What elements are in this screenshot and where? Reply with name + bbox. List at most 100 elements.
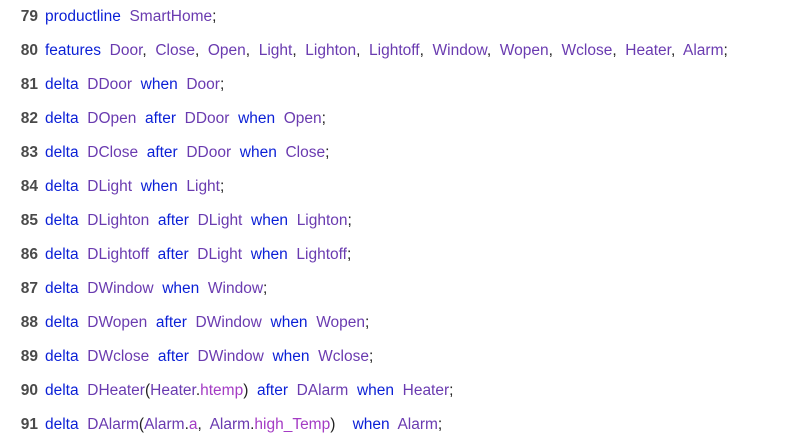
identifier-token: DDoor [87,76,133,93]
punctuation-token [189,348,198,365]
keyword-token: delta [45,178,79,195]
punctuation-token [154,280,163,297]
code-line[interactable]: 79 productline SmartHome; [0,4,217,30]
code-text[interactable]: delta DClose after DDoor when Close; [45,144,329,161]
keyword-token: when [140,76,178,93]
keyword-token: when [140,178,178,195]
keyword-token: features [45,42,102,59]
code-text[interactable]: delta DLightoff after DLight when Lighto… [45,246,351,263]
code-line[interactable]: 85 delta DLighton after DLight when Light… [0,208,352,234]
punctuation-token [79,212,88,229]
punctuation-token [176,110,185,127]
code-line[interactable]: 84 delta DLight when Light; [0,174,225,200]
punctuation-token: , [486,42,500,59]
keyword-token: delta [45,110,79,127]
code-line[interactable]: 88 delta DWopen after DWindow when Wopen; [0,310,370,336]
punctuation-token [275,110,284,127]
punctuation-token [231,144,240,161]
code-line[interactable]: 86 delta DLightoff after DLight when Ligh… [0,242,352,268]
code-line[interactable]: 80 features Door, Close, Open, Light, Lig… [0,38,728,64]
punctuation-token [79,110,88,127]
punctuation-token: , [197,416,210,433]
line-number: 83 [20,144,38,161]
code-text[interactable]: productline SmartHome; [45,8,216,25]
keyword-token: delta [45,280,79,297]
field-token: htemp [200,382,244,399]
code-line[interactable]: 91 delta DAlarm(Alarm.a, Alarm.high_Temp)… [0,412,442,438]
line-number: 80 [20,42,38,59]
code-text[interactable]: delta DWindow when Window; [45,280,267,297]
identifier-token: Open [283,110,322,127]
identifier-token: DAlarm [296,382,349,399]
identifier-token: DLight [197,246,243,263]
punctuation-token: , [194,42,208,59]
keyword-token: delta [45,416,79,433]
code-text[interactable]: features Door, Close, Open, Light, Light… [45,42,728,59]
punctuation-token: , [612,42,626,59]
line-number: 79 [20,8,38,25]
identifier-token: DLightoff [87,246,150,263]
code-text[interactable]: delta DAlarm(Alarm.a, Alarm.high_Temp) w… [45,416,442,433]
line-number: 89 [20,348,38,365]
code-text[interactable]: delta DWopen after DWindow when Wopen; [45,314,369,331]
identifier-token: DWindow [197,348,264,365]
punctuation-token: , [142,42,156,59]
punctuation-token [394,382,403,399]
keyword-token: when [356,382,394,399]
keyword-token: after [157,246,189,263]
identifier-token: DLight [87,178,133,195]
code-line[interactable]: 81 delta DDoor when Door; [0,72,225,98]
keyword-token: when [272,348,310,365]
code-text[interactable]: delta DHeater(Heater.htemp) after DAlarm… [45,382,453,399]
identifier-token: Alarm [683,42,724,59]
identifier-token: Wopen [499,42,549,59]
code-text[interactable]: delta DLight when Light; [45,178,224,195]
punctuation-token [310,348,319,365]
line-number: 81 [20,76,38,93]
keyword-token: after [157,348,189,365]
code-line[interactable]: 82 delta DOpen after DDoor when Open; [0,106,326,132]
code-line[interactable]: 90 delta DHeater(Heater.htemp) after DAla… [0,378,454,404]
identifier-token: Alarm [209,416,251,433]
code-text[interactable]: delta DWclose after DWindow when Wclose; [45,348,373,365]
line-number: 87 [20,280,38,297]
keyword-token: after [157,212,189,229]
identifier-token: DWopen [87,314,148,331]
punctuation-token: ; [219,76,225,93]
punctuation-token: ; [437,416,443,433]
identifier-token: Wopen [316,314,366,331]
code-text[interactable]: delta DOpen after DDoor when Open; [45,110,326,127]
code-text[interactable]: delta DLighton after DLight when Lighton… [45,212,352,229]
identifier-token: DDoor [186,144,232,161]
punctuation-token [79,144,88,161]
keyword-token: after [257,382,289,399]
code-text[interactable]: delta DDoor when Door; [45,76,224,93]
identifier-token: DClose [87,144,139,161]
punctuation-token [79,416,88,433]
punctuation-token: ; [346,246,352,263]
identifier-token: Heater [625,42,671,59]
identifier-token: DOpen [87,110,137,127]
code-line[interactable]: 89 delta DWclose after DWindow when Wclos… [0,344,374,370]
line-number: 88 [20,314,38,331]
keyword-token: delta [45,314,79,331]
keyword-token: delta [45,348,79,365]
keyword-token: delta [45,382,79,399]
line-number: 91 [20,416,38,433]
punctuation-token: ; [449,382,454,399]
identifier-token: Light [258,42,293,59]
punctuation-token [79,348,88,365]
code-line[interactable]: 87 delta DWindow when Window; [0,276,268,302]
punctuation-token: , [670,42,684,59]
code-line[interactable]: 83 delta DClose after DDoor when Close; [0,140,330,166]
punctuation-token [189,212,198,229]
identifier-token: Light [186,178,220,195]
identifier-token: Wclose [561,42,613,59]
identifier-token: Alarm [397,416,438,433]
punctuation-token [138,144,147,161]
punctuation-token: , [245,42,259,59]
punctuation-token: ; [365,314,370,331]
punctuation-token [79,280,88,297]
punctuation-token [242,246,251,263]
keyword-token: productline [45,8,121,25]
